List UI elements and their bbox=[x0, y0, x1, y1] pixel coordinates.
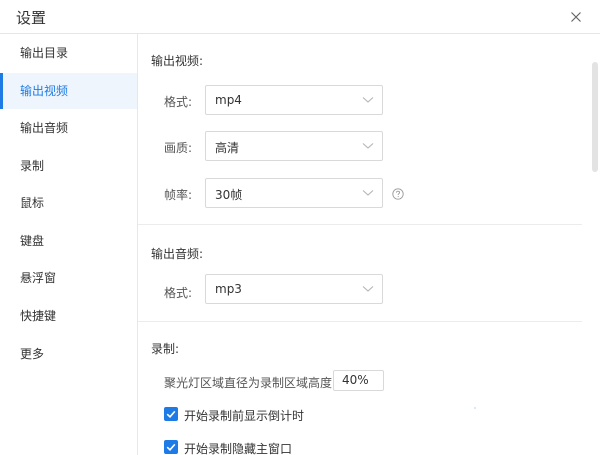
chevron-down-icon bbox=[362, 142, 374, 150]
sidebar-item-mouse[interactable]: 鼠标 bbox=[0, 185, 137, 221]
spotlight-diameter-label: 聚光灯区域直径为录制区域高度 bbox=[164, 376, 333, 390]
chevron-down-icon bbox=[362, 189, 374, 197]
countdown-checkbox[interactable] bbox=[164, 407, 178, 421]
spotlight-diameter-input[interactable]: 40% bbox=[333, 370, 384, 391]
video-fps-label: 帧率: bbox=[164, 188, 193, 202]
titlebar: 设置 bbox=[0, 0, 600, 34]
close-button[interactable] bbox=[566, 7, 586, 27]
sidebar-item-recording[interactable]: 录制 bbox=[0, 148, 137, 184]
video-format-label: 格式: bbox=[164, 95, 193, 109]
sidebar-item-hotkeys[interactable]: 快捷键 bbox=[0, 298, 137, 334]
sidebar-item-keyboard[interactable]: 键盘 bbox=[0, 223, 137, 259]
video-fps-select[interactable]: 30帧 bbox=[205, 178, 383, 208]
decorative-dot bbox=[474, 407, 476, 409]
section-title-recording: 录制: bbox=[151, 342, 180, 356]
check-icon bbox=[166, 410, 176, 418]
sidebar-item-floating-window[interactable]: 悬浮窗 bbox=[0, 260, 137, 296]
video-format-value: mp4 bbox=[215, 93, 242, 107]
chevron-down-icon bbox=[362, 96, 374, 104]
section-title-output-video: 输出视频: bbox=[151, 54, 204, 68]
settings-content: 输出视频: 格式: mp4 画质: 高清 帧率: 30帧 输出音频: 格式: m… bbox=[138, 34, 600, 455]
video-fps-value: 30帧 bbox=[215, 188, 243, 202]
section-divider bbox=[138, 224, 582, 225]
close-icon bbox=[571, 12, 581, 22]
section-title-output-audio: 输出音频: bbox=[151, 247, 204, 261]
settings-sidebar: 输出目录 输出视频 输出音频 录制 鼠标 键盘 悬浮窗 快捷键 更多 bbox=[0, 34, 138, 455]
audio-format-select[interactable]: mp3 bbox=[205, 274, 383, 304]
sidebar-item-more[interactable]: 更多 bbox=[0, 336, 137, 372]
hide-window-label: 开始录制隐藏主窗口 bbox=[184, 442, 293, 455]
sidebar-item-output-audio[interactable]: 输出音频 bbox=[0, 110, 137, 146]
sidebar-item-output-directory[interactable]: 输出目录 bbox=[0, 35, 137, 71]
video-quality-value: 高清 bbox=[215, 141, 240, 155]
section-divider bbox=[138, 321, 582, 322]
countdown-label: 开始录制前显示倒计时 bbox=[184, 409, 305, 423]
hide-window-checkbox[interactable] bbox=[164, 440, 178, 454]
sidebar-item-output-video[interactable]: 输出视频 bbox=[0, 73, 137, 109]
video-quality-select[interactable]: 高清 bbox=[205, 131, 383, 161]
chevron-down-icon bbox=[362, 285, 374, 293]
video-quality-label: 画质: bbox=[164, 141, 193, 155]
check-icon bbox=[166, 443, 176, 451]
window-title: 设置 bbox=[16, 9, 47, 27]
video-format-select[interactable]: mp4 bbox=[205, 85, 383, 115]
help-circle-icon[interactable] bbox=[392, 188, 404, 200]
settings-window: 设置 输出目录 输出视频 输出音频 录制 鼠标 键盘 悬浮窗 快捷键 更多 输出… bbox=[0, 0, 600, 455]
audio-format-label: 格式: bbox=[164, 286, 193, 300]
audio-format-value: mp3 bbox=[215, 282, 242, 296]
scrollbar-thumb[interactable] bbox=[592, 62, 598, 172]
